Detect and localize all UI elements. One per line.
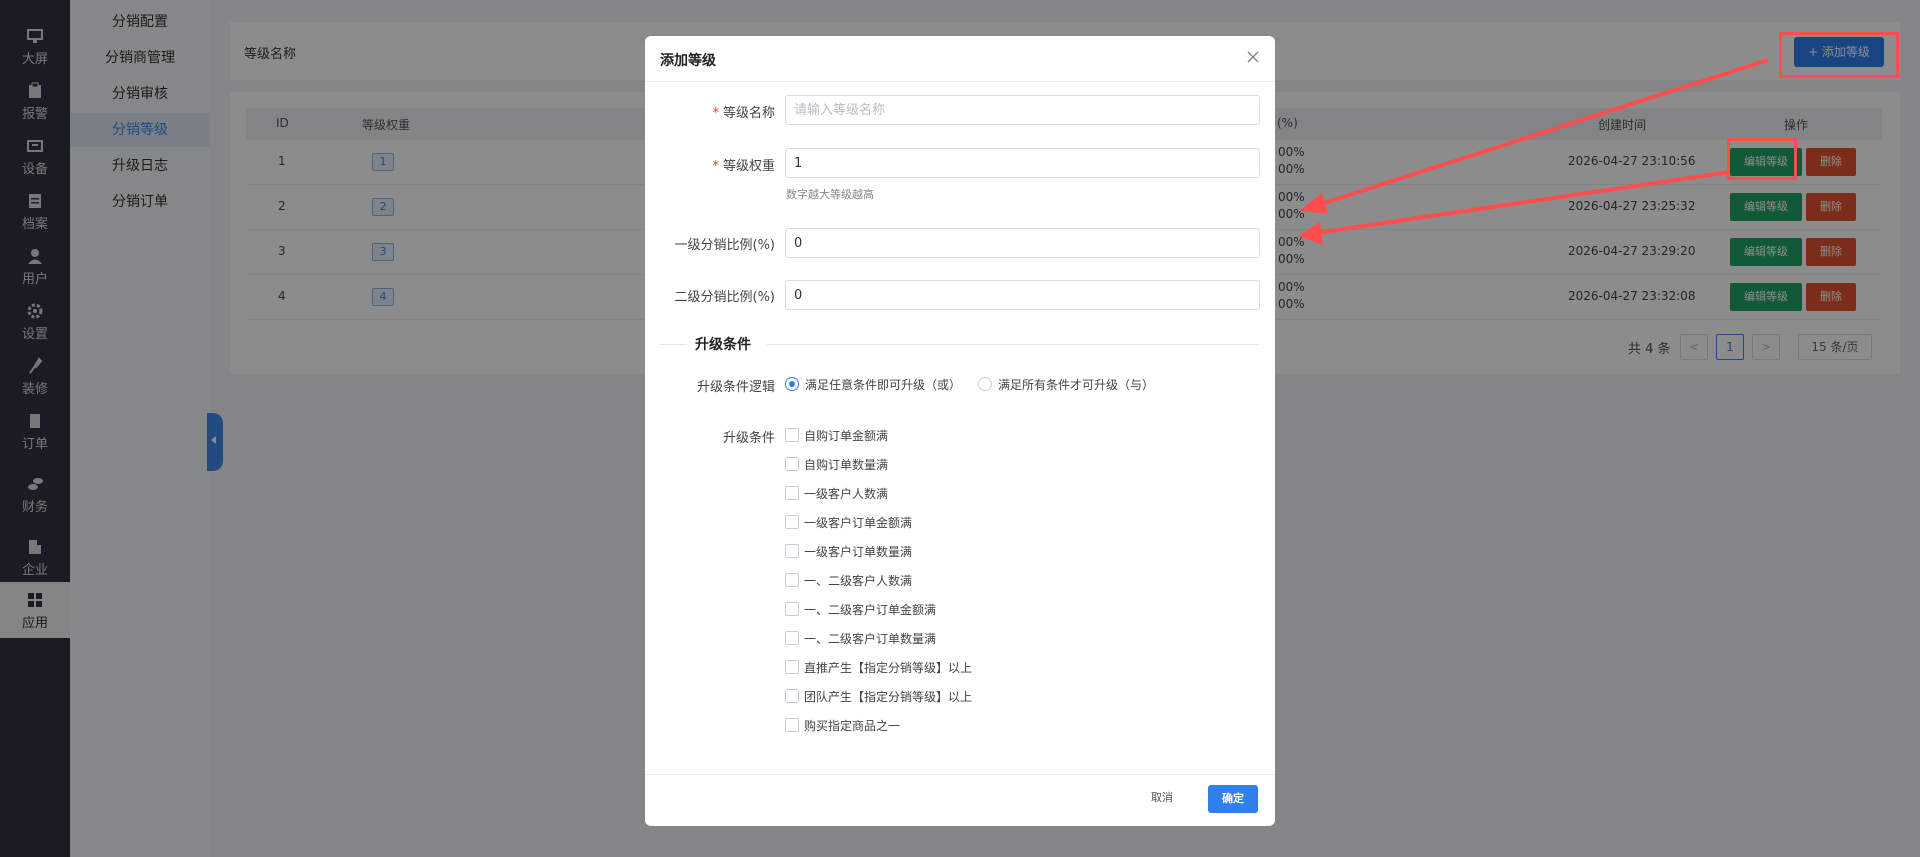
checkbox-box (785, 573, 799, 587)
checkbox-label: 自购订单数量满 (804, 458, 889, 472)
upgrade-section-title: 升级条件 (695, 337, 751, 353)
checkbox-label: 自购订单金额满 (804, 429, 889, 443)
checkbox-label: 购买指定商品之一 (804, 719, 901, 733)
checkbox-label: 团队产生【指定分销等级】以上 (804, 690, 973, 704)
add-level-dialog: 添加等级 *等级名称 *等级权重 数字越大等级越高 一级分销比例(%) 二级分销… (645, 36, 1275, 826)
dialog-footer: 取消 确定 (645, 774, 1275, 826)
divider-line (767, 344, 1259, 345)
checkbox-box (785, 718, 799, 732)
checkbox-box (785, 515, 799, 529)
weight-field-label: * 等级权重 (712, 155, 775, 174)
checkbox-label: 一、二级客户人数满 (804, 574, 913, 588)
level2-ratio-label: 二级分销比例(%) (674, 290, 776, 305)
checkbox-label: 一级客户人数满 (804, 487, 889, 501)
level1-ratio-input[interactable] (785, 228, 1260, 258)
arrow-from-add-button (1314, 58, 1769, 208)
confirm-button[interactable]: 确定 (1208, 785, 1258, 813)
name-label-text: 等级名称 (722, 106, 775, 121)
weight-help-text: 数字越大等级越高 (786, 188, 874, 201)
radio-dot (978, 377, 992, 391)
checkbox-label: 一、二级客户订单数量满 (804, 632, 937, 646)
level2-ratio-input[interactable] (785, 280, 1260, 310)
conditions-label: 升级条件 (722, 431, 775, 446)
checkbox-box (785, 602, 799, 616)
divider-line (659, 344, 687, 345)
level1-ratio-label: 一级分销比例(%) (674, 238, 776, 253)
dialog-header: 添加等级 (645, 36, 1275, 82)
level-name-input[interactable] (785, 95, 1260, 125)
checkbox-box (785, 428, 799, 442)
weight-label-text: 等级权重 (722, 159, 775, 174)
checkbox-box (785, 486, 799, 500)
checkbox-label: 一、二级客户订单金额满 (804, 603, 937, 617)
arrow-head (1299, 193, 1328, 214)
checkbox-box (785, 660, 799, 674)
radio-label: 满足任意条件即可升级（或） (805, 378, 962, 392)
required-mark: * (712, 159, 719, 174)
dialog-title: 添加等级 (660, 53, 716, 69)
close-icon[interactable] (1245, 49, 1261, 65)
checkbox-box (785, 689, 799, 703)
checkbox-label: 直推产生【指定分销等级】以上 (804, 661, 973, 675)
checkbox-box (785, 631, 799, 645)
checkbox-label: 一级客户订单金额满 (804, 516, 913, 530)
level-weight-input[interactable] (785, 148, 1260, 178)
checkbox-box (785, 457, 799, 471)
required-mark: * (712, 106, 719, 121)
cancel-button[interactable]: 取消 (1151, 789, 1173, 805)
checkbox-box (785, 544, 799, 558)
name-field-label: * 等级名称 (712, 102, 775, 121)
logic-label: 升级条件逻辑 (696, 380, 775, 395)
radio-dot (785, 377, 799, 391)
checkbox-label: 一级客户订单数量满 (804, 545, 913, 559)
arrow-from-edit-button (1315, 170, 1731, 235)
arrow-head (1298, 222, 1323, 245)
upgrade-section-divider: 升级条件 (659, 334, 1259, 354)
radio-label: 满足所有条件才可升级（与） (998, 378, 1155, 392)
